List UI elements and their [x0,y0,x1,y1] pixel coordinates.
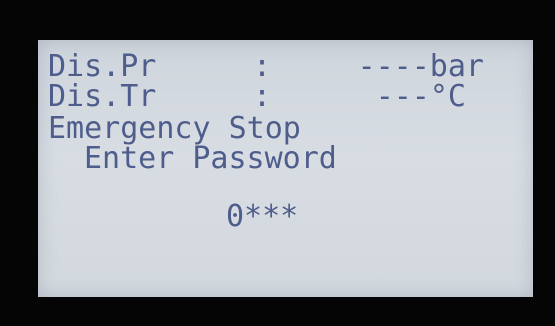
display-bezel: Dis.Pr : ----bar Dis.Tr : ---°C Emergenc… [0,0,555,326]
discharge-temperature-value: ---°C [375,79,466,114]
discharge-pressure-row: Dis.Pr : ----bar [48,52,528,82]
discharge-temperature-label: Dis.Tr [48,79,157,114]
status-message: Emergency Stop [48,111,301,146]
discharge-pressure-separator: : [253,49,272,84]
discharge-pressure-value: ----bar [357,49,484,84]
discharge-pressure-label: Dis.Pr [48,49,157,84]
discharge-temperature-separator: : [253,79,272,114]
lcd-screen: Dis.Pr : ----bar Dis.Tr : ---°C Emergenc… [38,40,533,297]
discharge-temperature-row: Dis.Tr : ---°C [48,82,528,112]
password-prompt: Enter Password [84,141,337,176]
password-entry-field[interactable]: 0*** [226,202,298,232]
